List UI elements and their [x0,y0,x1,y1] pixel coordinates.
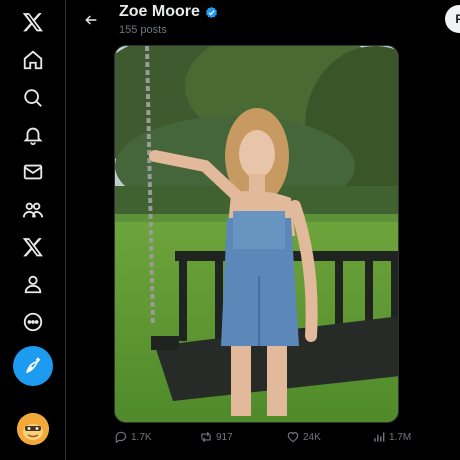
post-media-image[interactable] [114,45,399,423]
like-button[interactable]: 24K [286,430,321,444]
profile-name: Zoe Moore [119,3,219,21]
reply-count: 1.7K [131,431,152,443]
verified-badge-icon [205,6,217,18]
account-avatar[interactable] [17,413,49,445]
repost-count: 917 [216,431,233,443]
bell-icon[interactable] [13,115,53,155]
heart-icon [287,432,299,443]
reply-button[interactable]: 1.7K [114,430,152,444]
sidebar-nav [0,0,66,460]
profile-name-text: Zoe Moore [119,3,200,20]
like-count: 24K [303,431,321,443]
back-button[interactable] [75,4,107,36]
x-logo-icon[interactable] [13,2,53,42]
communities-icon[interactable] [13,190,53,230]
post-count: 155 posts [119,24,167,36]
arrow-left-icon [85,15,97,25]
profile-icon[interactable] [13,264,53,304]
engagement-bar: 1.7K 917 24K 1.7M [114,430,414,450]
views-bar-chart-icon [374,432,385,442]
views-button[interactable]: 1.7M [372,430,411,444]
mail-icon[interactable] [13,152,53,192]
compose-post-button[interactable] [13,346,53,386]
home-icon[interactable] [13,40,53,80]
view-count: 1.7M [389,431,412,443]
repost-button[interactable]: 917 [199,430,233,444]
feather-plus-icon [25,357,41,374]
search-icon[interactable] [13,78,53,118]
repost-icon [201,431,211,443]
reply-icon [115,431,127,444]
post-detail-panel: Zoe Moore 155 posts Fo [67,0,460,460]
more-icon[interactable] [13,302,53,342]
follow-button[interactable]: Fo [445,5,460,33]
x-premium-icon[interactable] [13,227,53,267]
